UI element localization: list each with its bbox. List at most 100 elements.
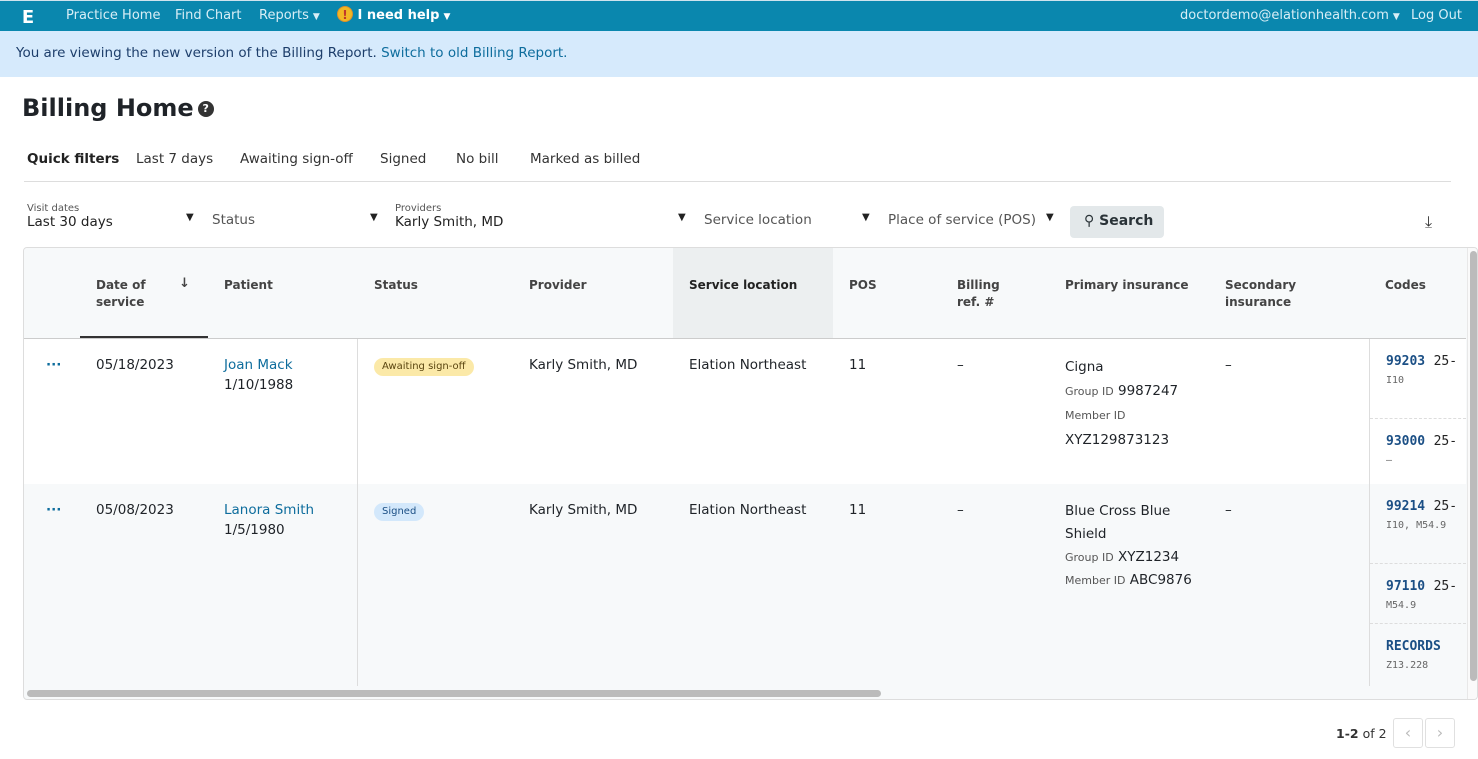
- table-header: Date of service ↓ Patient Status Provider…: [24, 248, 1466, 339]
- member-id: XYZ129873123: [1065, 432, 1170, 448]
- status-select[interactable]: Status: [212, 203, 255, 228]
- quick-filter-awaiting[interactable]: Awaiting sign-off: [240, 151, 353, 167]
- user-email: doctordemo@elationhealth.com: [1180, 8, 1389, 23]
- member-label: Member ID: [1065, 574, 1126, 587]
- col-service-location[interactable]: Service location: [673, 248, 833, 338]
- pos-cell: 11: [849, 357, 867, 373]
- pos-select[interactable]: Place of service (POS): [888, 203, 1036, 228]
- row-actions-icon[interactable]: ···: [30, 339, 80, 484]
- divider: [24, 181, 1451, 182]
- quick-filters-label: Quick filters: [27, 151, 120, 167]
- caret-down-icon[interactable]: ▼: [862, 212, 870, 223]
- table-row[interactable]: ··· 05/18/2023 Joan Mack 1/10/1988 Awaiti…: [24, 339, 1466, 484]
- col-date-of-service[interactable]: Date of service ↓: [80, 248, 208, 338]
- group-id: XYZ1234: [1118, 549, 1180, 565]
- service-location-placeholder: Service location: [704, 212, 812, 228]
- switch-old-report-link[interactable]: Switch to old Billing Report.: [381, 45, 567, 61]
- dx-codes: –: [1386, 455, 1393, 466]
- nav-reports[interactable]: Reports ▼: [259, 8, 320, 23]
- banner-text: You are viewing the new version of the B…: [16, 45, 377, 61]
- warning-icon: !: [337, 6, 353, 22]
- cpt-code[interactable]: 93000: [1386, 434, 1425, 449]
- visit-dates-label: Visit dates: [27, 203, 80, 214]
- cpt-code[interactable]: 99203: [1386, 354, 1425, 369]
- quick-filter-last-7-days[interactable]: Last 7 days: [136, 151, 213, 167]
- nav-practice-home[interactable]: Practice Home: [66, 8, 160, 23]
- primary-insurance-cell: Blue Cross Blue Shield Group ID XYZ1234 Me…: [1049, 484, 1209, 686]
- code-item: 93000 25- –: [1370, 419, 1466, 484]
- table-row[interactable]: ··· 05/08/2023 Lanora Smith 1/5/1980 Sign…: [24, 484, 1466, 686]
- caret-down-icon[interactable]: ▼: [370, 212, 378, 223]
- caret-down-icon: ▼: [443, 12, 451, 22]
- row-actions-icon[interactable]: ···: [30, 484, 80, 686]
- pagination-info: 1-2 of 2: [1336, 726, 1387, 741]
- quick-filter-no-bill[interactable]: No bill: [456, 151, 498, 167]
- col-codes[interactable]: Codes: [1369, 248, 1466, 338]
- nav-find-chart[interactable]: Find Chart: [175, 8, 242, 23]
- cpt-code[interactable]: RECORDS: [1386, 639, 1441, 654]
- col-secondary-insurance[interactable]: Secondary insurance: [1209, 248, 1369, 338]
- quick-filter-signed[interactable]: Signed: [380, 151, 426, 167]
- col-label: Date of service: [96, 278, 146, 309]
- arrow-down-icon: ↓: [179, 276, 190, 291]
- quick-filter-billed[interactable]: Marked as billed: [530, 151, 640, 167]
- pos-placeholder: Place of service (POS): [888, 212, 1037, 228]
- col-patient[interactable]: Patient: [208, 248, 358, 338]
- next-page-button[interactable]: ›: [1425, 718, 1455, 748]
- codes-cell: 99214 25- I10, M54.9 97110 25- M54.9 RECOR…: [1369, 484, 1466, 686]
- col-primary-insurance[interactable]: Primary insurance: [1049, 248, 1209, 338]
- patient-cell: Lanora Smith 1/5/1980: [208, 484, 358, 686]
- prev-page-button[interactable]: ‹: [1393, 718, 1423, 748]
- vertical-scrollbar[interactable]: [1467, 248, 1477, 699]
- providers-label: Providers: [395, 203, 442, 214]
- billing-table: Date of service ↓ Patient Status Provider…: [23, 247, 1478, 700]
- patient-link[interactable]: Lanora Smith: [224, 500, 341, 520]
- group-id: 9987247: [1118, 383, 1179, 399]
- search-button[interactable]: ⚲ Search: [1070, 206, 1164, 238]
- caret-down-icon[interactable]: ▼: [678, 212, 686, 223]
- vertical-scroll-thumb[interactable]: [1470, 251, 1477, 681]
- date-cell: 05/08/2023: [96, 502, 174, 518]
- help-icon[interactable]: ?: [197, 101, 214, 117]
- secondary-insurance-cell: –: [1225, 502, 1232, 518]
- col-pos[interactable]: POS: [833, 248, 941, 338]
- patient-dob: 1/5/1980: [224, 522, 285, 538]
- page-total: of 2: [1362, 726, 1387, 741]
- caret-down-icon[interactable]: ▼: [1046, 212, 1054, 223]
- cpt-code[interactable]: 97110: [1386, 579, 1425, 594]
- date-cell: 05/18/2023: [96, 357, 174, 373]
- provider-cell: Karly Smith, MD: [529, 502, 638, 518]
- horizontal-scrollbar[interactable]: [27, 690, 881, 697]
- col-provider[interactable]: Provider: [513, 248, 673, 338]
- cpt-code[interactable]: 99214: [1386, 499, 1425, 514]
- providers-value: Karly Smith, MD: [395, 214, 504, 230]
- dx-codes: I10: [1386, 375, 1405, 386]
- nav-help[interactable]: ! I need help ▼: [337, 6, 450, 23]
- code-item: 99203 25- I10: [1370, 339, 1466, 419]
- visit-dates-select[interactable]: Visit dates Last 30 days: [27, 203, 113, 230]
- location-cell: Elation Northeast: [689, 357, 807, 373]
- page-title: Billing Home?: [22, 94, 214, 122]
- status-cell: Signed: [358, 484, 513, 686]
- logout-link[interactable]: Log Out: [1411, 8, 1462, 23]
- providers-select[interactable]: Providers Karly Smith, MD: [395, 203, 503, 230]
- code-item: RECORDS Z13.228: [1370, 624, 1466, 686]
- provider-cell: Karly Smith, MD: [529, 357, 638, 373]
- insurer: Cigna: [1065, 359, 1104, 375]
- billing-ref-cell: –: [957, 357, 964, 373]
- member-id: ABC9876: [1129, 572, 1192, 588]
- top-nav: E Practice Home Find Chart Reports ▼ ! I …: [0, 0, 1478, 37]
- download-icon[interactable]: ⤓: [1425, 212, 1432, 232]
- patient-link[interactable]: Joan Mack: [224, 355, 341, 375]
- search-label: Search: [1099, 213, 1154, 229]
- col-billing-ref[interactable]: Billing ref. #: [941, 248, 1049, 338]
- dx-codes: I10, M54.9: [1386, 520, 1447, 531]
- col-status[interactable]: Status: [358, 248, 513, 338]
- page-title-text: Billing Home: [22, 94, 194, 122]
- insurer: Blue Cross Blue Shield: [1065, 503, 1171, 542]
- service-location-select[interactable]: Service location: [704, 203, 812, 228]
- caret-down-icon[interactable]: ▼: [186, 212, 194, 223]
- modifier: 25-: [1433, 579, 1458, 594]
- search-icon: ⚲: [1084, 213, 1095, 229]
- user-menu[interactable]: doctordemo@elationhealth.com ▼: [1180, 8, 1400, 23]
